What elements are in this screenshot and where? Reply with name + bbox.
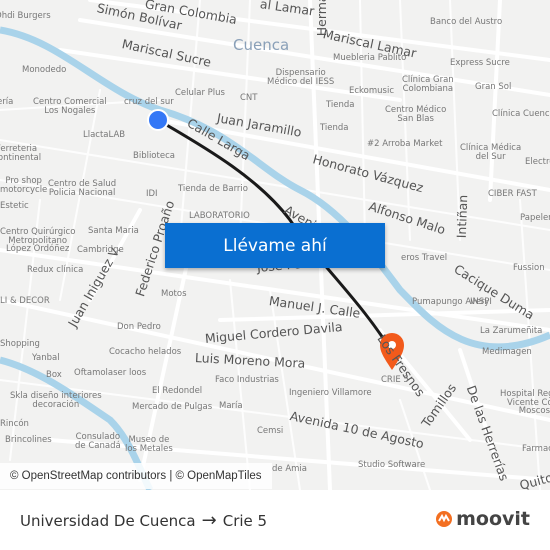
poi-label: Dispensario Médico del IESS (267, 68, 335, 87)
poi-label: Express Sucre (450, 58, 510, 68)
poi-label: Centro Médico San Blas (385, 105, 447, 124)
poi-label: Ingeniero Villamore (289, 388, 372, 398)
origin-name: Universidad De Cuenca (20, 511, 196, 530)
moovit-logo: moovit (435, 508, 530, 530)
poi-label: Estetic (0, 201, 29, 211)
poi-label: Tienda (320, 123, 349, 133)
poi-label: Banco del Austro (430, 17, 503, 27)
poi-label: Farmacia (522, 444, 550, 454)
poi-label: Monodedo (22, 65, 67, 75)
poi-label: La Zarumeñita (480, 326, 543, 336)
poi-label: Cambridge (77, 245, 124, 255)
poi-label: Clínica Cuenca (492, 109, 550, 119)
poi-label: CRIE 5 (381, 375, 409, 385)
origin-dot-icon[interactable] (147, 109, 169, 131)
street-label: Intiñan (453, 194, 471, 239)
poi-label: Yanbal (32, 353, 60, 363)
poi-label: Clínica Gran Colombiana (402, 75, 454, 94)
poi-label: Pro shop motorcycle (0, 176, 48, 195)
poi-label: María (219, 401, 243, 411)
poi-label: Rincón (0, 419, 29, 429)
poi-label: CIBER FAST (488, 189, 537, 199)
poi-label: Consulado de Canadá (75, 432, 121, 451)
poi-label: FerreteriaContinental (0, 144, 42, 163)
poi-label: Eckomusic (349, 86, 394, 96)
poi-label: Tienda (326, 100, 355, 110)
poi-label: INSPI (470, 297, 492, 307)
poi-label: Gran Sol (475, 82, 512, 92)
poi-label: Box (46, 370, 62, 380)
poi-label: LI & DECOR (0, 296, 50, 306)
poi-label: Muebleria Pablito (333, 53, 407, 63)
poi-label: eros Travel (401, 253, 448, 263)
poi-label: Motos (161, 289, 187, 299)
poi-label: Skla diseño interiores decoración (10, 391, 102, 410)
poi-label: Biblioteca (133, 151, 175, 161)
poi-label: Hospital RegionalVicente CorralMoscoso (500, 389, 550, 416)
arrow-right-icon: → (201, 510, 217, 531)
street-label: Hermano (313, 0, 329, 37)
poi-label: Clínica Médica del Sur (460, 143, 522, 162)
poi-label: Museo de los Metales (125, 435, 173, 454)
poi-label: CNT (240, 93, 258, 103)
poi-label: Cocacho helados (109, 347, 182, 357)
poi-label: Don Pedro (117, 322, 161, 332)
poi-label: ería (0, 97, 14, 107)
brand-name: moovit (456, 508, 530, 530)
city-label: Cuenca (233, 36, 290, 54)
poi-label: Faco Industrias (215, 375, 279, 385)
poi-label: Centro Comercial Los Nogales (33, 97, 107, 116)
poi-label: Medimagen (482, 347, 532, 357)
poi-label: IDI (146, 189, 158, 199)
poi-label: Ohdi Burgers (0, 11, 51, 21)
poi-label: Fussion (513, 263, 545, 273)
destination-name: Crie 5 (222, 511, 268, 530)
poi-label: Studio Software (358, 460, 426, 470)
poi-label: Electro (525, 157, 550, 167)
route-summary: Universidad De Cuenca → Crie 5 (20, 510, 267, 531)
map[interactable]: Cuenca Gran Colombia Simón Bolívar Mariscal… (0, 0, 550, 490)
poi-label: Oftamolaser loos (74, 368, 147, 378)
poi-label: Santa Maria (88, 226, 139, 236)
poi-label: Redux clínica (27, 265, 84, 275)
poi-label: LlactaLAB (83, 130, 126, 140)
moovit-logo-icon (436, 511, 453, 527)
poi-label: El Redondel (152, 386, 203, 396)
poi-label: Celular Plus (175, 88, 225, 98)
poi-label: #2 Arroba Market (367, 139, 443, 149)
poi-label: cruz del sur (124, 97, 174, 107)
poi-label: Centro de Salud Policia Nacional (48, 179, 117, 198)
take-me-there-button[interactable]: Llévame ahí (165, 223, 385, 268)
poi-label: Mercado de Pulgas (132, 402, 213, 412)
poi-label: Cemsi (257, 426, 284, 436)
poi-label: Brincolines (5, 435, 52, 445)
poi-label: de Amia (272, 464, 307, 474)
poi-label: Centro Quirúrgico Metropolitano López Ordó… (0, 227, 76, 254)
poi-label: Papeleria (520, 213, 550, 223)
poi-label: Shopping (0, 339, 40, 349)
poi-label: LABORATORIO (189, 211, 250, 221)
poi-label: Tienda de Barrio (178, 184, 248, 194)
map-attribution[interactable]: © OpenStreetMap contributors | © OpenMap… (0, 463, 272, 489)
